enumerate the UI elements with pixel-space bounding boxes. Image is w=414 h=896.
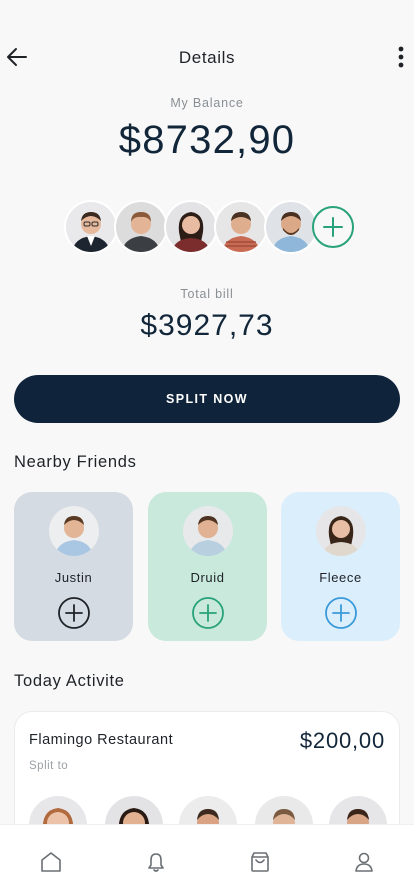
avatar — [183, 506, 233, 556]
avatar[interactable] — [214, 200, 268, 254]
bell-icon — [148, 853, 164, 872]
split-avatars — [64, 200, 364, 254]
today-activity-title: Today Activite — [14, 672, 125, 690]
add-friend-button[interactable] — [192, 597, 224, 629]
split-now-button[interactable]: SPLIT NOW — [14, 375, 400, 423]
plus-circle-icon — [325, 597, 357, 629]
home-icon — [41, 852, 61, 872]
plus-circle-icon — [58, 597, 90, 629]
page-title: Details — [178, 48, 236, 67]
add-member-button[interactable] — [312, 206, 354, 248]
nearby-friends-title: Nearby Friends — [14, 453, 137, 471]
plus-circle-icon — [192, 597, 224, 629]
friend-name: Justin — [54, 570, 93, 585]
avatar[interactable] — [264, 200, 318, 254]
friend-name: Fleece — [319, 570, 362, 585]
nav-notifications[interactable] — [143, 849, 169, 875]
activity-name: Flamingo Restaurant — [29, 732, 174, 748]
balance-value: $8732,90 — [118, 118, 296, 162]
add-friend-button[interactable] — [325, 597, 357, 629]
friend-name: Druid — [190, 570, 225, 585]
plus-icon — [323, 217, 343, 237]
nav-home[interactable] — [38, 849, 64, 875]
more-button[interactable] — [394, 44, 408, 70]
friend-card-justin[interactable]: Justin — [14, 492, 133, 641]
total-bill-value: $3927,73 — [140, 309, 274, 342]
nav-shop[interactable] — [247, 849, 273, 875]
avatar[interactable] — [114, 200, 168, 254]
more-vertical-icon — [398, 46, 404, 68]
user-icon — [355, 852, 373, 872]
nav-profile[interactable] — [351, 849, 377, 875]
top-bar: Details — [0, 36, 414, 80]
avatar[interactable] — [164, 200, 218, 254]
balance-label: My Balance — [170, 96, 244, 110]
add-friend-button[interactable] — [58, 597, 90, 629]
friend-card-druid[interactable]: Druid — [148, 492, 267, 641]
avatar[interactable] — [64, 200, 118, 254]
avatar — [316, 506, 366, 556]
activity-amount: $200,00 — [299, 728, 385, 753]
friend-card-fleece[interactable]: Fleece — [281, 492, 400, 641]
total-bill-label: Total bill — [180, 287, 234, 301]
bag-icon — [251, 852, 269, 872]
avatar — [49, 506, 99, 556]
activity-subtitle: Split to — [29, 760, 69, 772]
bottom-nav — [0, 824, 414, 896]
